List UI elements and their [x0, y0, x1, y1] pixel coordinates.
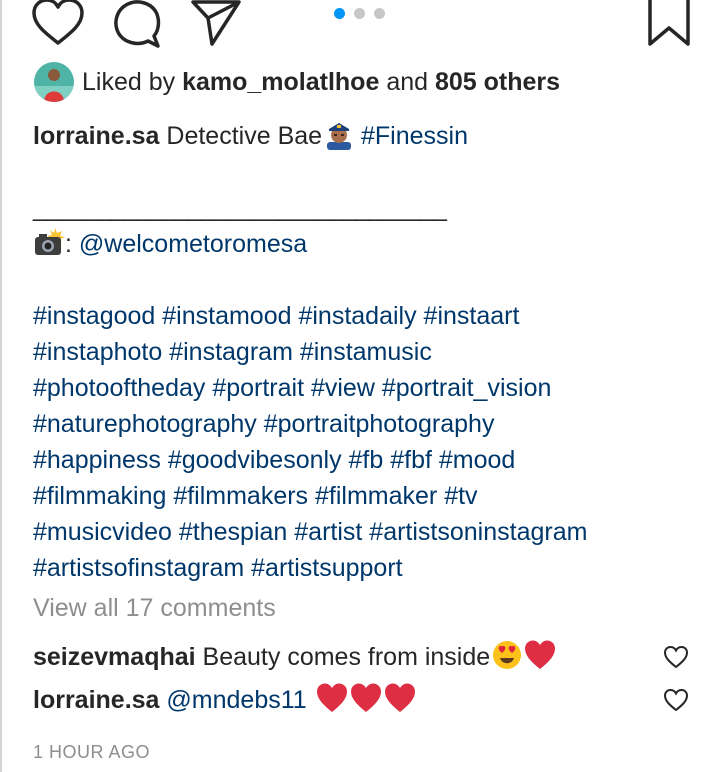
police-officer-emoji-icon	[327, 123, 352, 150]
save-bookmark-icon[interactable]	[646, 0, 692, 48]
caption-divider: ________________________________	[33, 194, 447, 222]
photo-credit-separator: :	[65, 230, 72, 258]
comment-username[interactable]: seizevmaqhai	[33, 643, 196, 671]
post-caption: lorraine.sa Detective Bae #Finessin ____…	[33, 118, 693, 586]
hashtag-line[interactable]: #musicvideo #thespian #artist #artistson…	[33, 514, 693, 550]
likes-prefix: Liked by	[82, 67, 176, 96]
comment-row: lorraine.sa @mndebs11	[33, 683, 416, 715]
red-heart-emoji-icon	[316, 683, 347, 712]
camera-flash-emoji-icon	[35, 228, 65, 255]
hashtag-line[interactable]: #filmmaking #filmmakers #filmmaker #tv	[33, 478, 693, 514]
screen-edge	[0, 0, 2, 772]
hashtag-line[interactable]: #naturephotography #portraitphotography	[33, 406, 693, 442]
caption-username[interactable]: lorraine.sa	[33, 122, 159, 150]
hashtag-line[interactable]: #happiness #goodvibesonly #fb #fbf #mood	[33, 442, 693, 478]
heart-eyes-emoji-icon	[493, 641, 522, 669]
comment-username[interactable]: lorraine.sa	[33, 686, 159, 714]
likes-others[interactable]: 805 others	[435, 68, 560, 97]
post-action-bar	[0, 0, 720, 52]
liker-avatar[interactable]	[34, 62, 74, 102]
red-heart-emoji-icon	[525, 640, 556, 669]
view-all-comments-link[interactable]: View all 17 comments	[33, 594, 276, 623]
post-timestamp: 1 HOUR AGO	[33, 742, 151, 762]
comment-text: Beauty comes from inside	[202, 643, 491, 671]
red-heart-emoji-icon	[384, 683, 415, 712]
comment-like-heart-icon[interactable]	[663, 688, 689, 712]
liker-username[interactable]: kamo_molatlhoe	[182, 68, 379, 97]
like-heart-icon[interactable]	[30, 0, 86, 46]
hashtag-line[interactable]: #photooftheday #portrait #view #portrait…	[33, 370, 693, 406]
likes-middle: and	[386, 67, 429, 96]
hashtag-line[interactable]: #artistsofinstagram #artistsupport	[33, 550, 693, 586]
carousel-dot	[354, 8, 365, 19]
comment-row: seizevmaqhai Beauty comes from inside	[33, 640, 556, 672]
hashtag-line[interactable]: #instaphoto #instagram #instamusic	[33, 334, 693, 370]
carousel-dot-active	[334, 8, 345, 19]
comment-mention[interactable]: @mndebs11	[166, 686, 306, 714]
red-heart-emoji-icon	[350, 683, 381, 712]
comment-like-heart-icon[interactable]	[663, 645, 689, 669]
caption-hashtag[interactable]: #Finessin	[361, 122, 468, 150]
share-paper-plane-icon[interactable]	[190, 0, 242, 46]
comment-bubble-icon[interactable]	[112, 0, 162, 48]
likes-summary[interactable]: Liked by kamo_molatlhoe and 805 others	[34, 60, 560, 104]
hashtag-line[interactable]: #instagood #instamood #instadaily #insta…	[33, 298, 693, 334]
caption-text: Detective Bae	[166, 122, 323, 150]
carousel-dot	[374, 8, 385, 19]
photo-credit-mention[interactable]: @welcometoromesa	[79, 230, 307, 258]
